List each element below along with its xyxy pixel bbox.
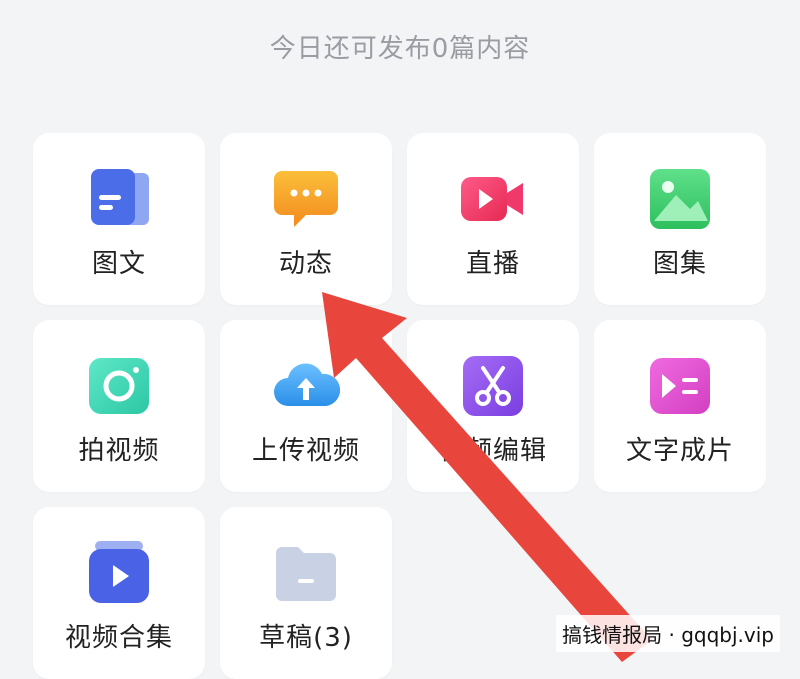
tile-gallery[interactable]: 图集 <box>594 133 766 305</box>
tile-label: 上传视频 <box>251 436 360 466</box>
tile-post[interactable]: 动态 <box>220 133 392 305</box>
scissors-icon <box>463 356 523 416</box>
folder-icon <box>276 547 336 601</box>
image-gallery-icon <box>650 169 710 229</box>
tile-video-edit[interactable]: 视频编辑 <box>407 320 579 492</box>
tile-text-to-video[interactable]: 文字成片 <box>594 320 766 492</box>
tile-label: 视频合集 <box>64 623 173 653</box>
tile-label: 图集 <box>652 249 707 279</box>
chat-bubble-icon <box>274 171 338 227</box>
tile-label: 拍视频 <box>78 436 160 466</box>
tile-live[interactable]: 直播 <box>407 133 579 305</box>
tile-label: 直播 <box>465 249 520 279</box>
text-to-video-icon <box>650 358 710 414</box>
tile-shoot-video[interactable]: 拍视频 <box>33 320 205 492</box>
camera-icon <box>89 358 149 414</box>
article-icon <box>91 169 149 225</box>
tile-label: 视频编辑 <box>438 436 547 466</box>
tile-label: 草稿(3) <box>259 623 353 653</box>
tile-label: 动态 <box>278 249 333 279</box>
cloud-upload-icon <box>274 363 340 406</box>
video-collection-icon <box>89 541 149 603</box>
watermark-text: 搞钱情报局 · gqqbj.vip <box>556 615 780 652</box>
tile-label: 文字成片 <box>625 436 734 466</box>
tile-drafts[interactable]: 草稿(3) <box>220 507 392 679</box>
live-camera-icon <box>461 177 523 221</box>
tile-video-collection[interactable]: 视频合集 <box>33 507 205 679</box>
publish-quota-text: 今日还可发布0篇内容 <box>269 34 531 64</box>
tile-label: 图文 <box>91 249 146 279</box>
tile-upload-video[interactable]: 上传视频 <box>220 320 392 492</box>
tile-article[interactable]: 图文 <box>33 133 205 305</box>
